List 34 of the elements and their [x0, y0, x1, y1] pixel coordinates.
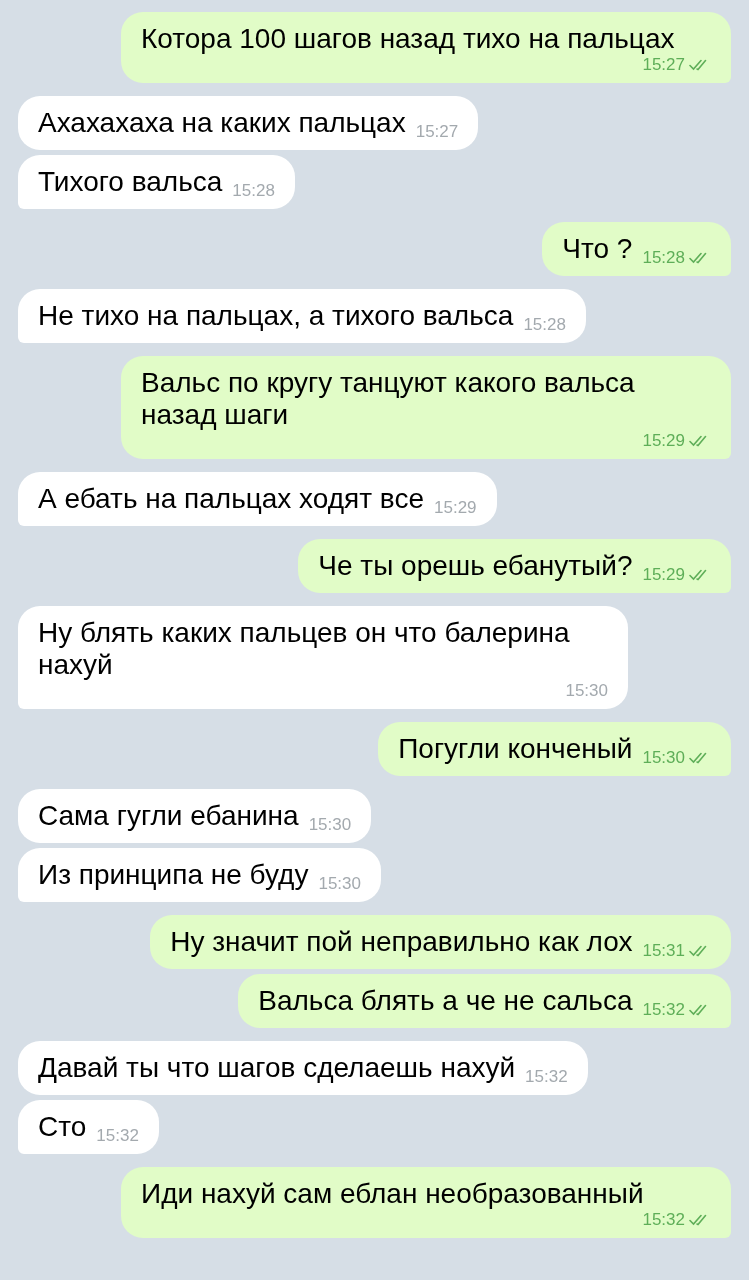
message-time: 15:27	[415, 122, 459, 142]
message-text: Что ?	[562, 233, 633, 265]
message-time: 15:27	[642, 55, 685, 75]
message-text: Че ты орешь ебанутый?	[318, 550, 633, 582]
message-time: 15:31	[642, 941, 685, 961]
message-text: Сто	[38, 1111, 87, 1143]
message-text: Ахахахаха на каких пальцах	[38, 107, 406, 139]
message-time: 15:29	[642, 565, 685, 585]
message-text: Давай ты что шагов сделаешь нахуй	[38, 1052, 516, 1084]
message-text: Котора 100 шагов назад тихо на пальцах	[141, 23, 675, 55]
message-time: 15:32	[96, 1126, 139, 1146]
message-time: 15:29	[434, 498, 477, 518]
message-text: Из принципа не буду	[38, 859, 309, 891]
message-time: 15:28	[523, 315, 566, 335]
message-time: 15:30	[308, 815, 352, 835]
message-text: Сама гугли ебанина	[38, 800, 299, 832]
message-text: Иди нахуй сам еблан необразованный	[141, 1178, 644, 1210]
message-time: 15:28	[642, 248, 685, 268]
message-time: 15:32	[642, 1210, 685, 1230]
message-time: 15:29	[642, 431, 685, 451]
message-text: Погугли конченый	[398, 733, 633, 765]
message-text: Тихого вальса	[38, 166, 223, 198]
message-time: 15:30	[318, 874, 361, 894]
message-text: Ну значит пой неправильно как лох	[170, 926, 633, 958]
message-time: 15:32	[642, 1000, 685, 1020]
message-time: 15:32	[525, 1067, 568, 1087]
message-text: Не тихо на пальцах, а тихого вальса	[38, 300, 514, 332]
message-text: Вальс по кругу танцуют какого вальса назад шаги	[141, 367, 636, 431]
message-text: Ну блять каких пальцев он что балерина нахуй	[38, 617, 571, 681]
message-time: 15:30	[565, 681, 608, 701]
message-text: А ебать на пальцах ходят все	[38, 483, 424, 515]
message-text: Вальса блять а че не сальса	[258, 985, 633, 1017]
message-time: 15:30	[642, 748, 685, 768]
message-time: 15:28	[232, 181, 275, 201]
